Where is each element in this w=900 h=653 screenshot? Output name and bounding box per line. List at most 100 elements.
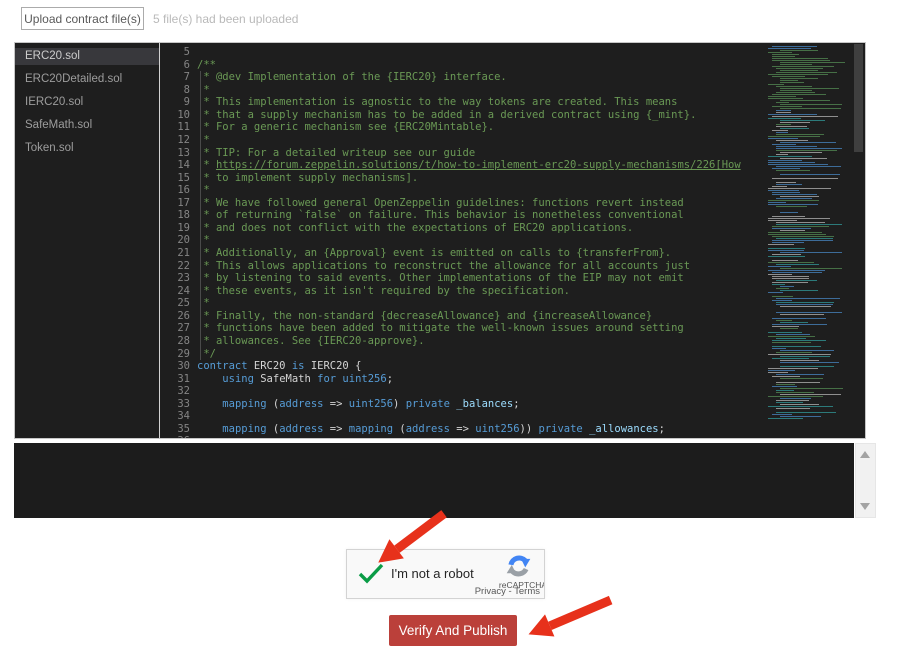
minimap-line	[772, 342, 811, 343]
minimap-line	[772, 282, 808, 283]
minimap-line	[772, 326, 799, 327]
minimap-line	[776, 102, 789, 103]
code-line: 13 * TIP: For a detailed writeup see our…	[160, 147, 865, 160]
minimap-line	[780, 174, 840, 175]
editor-scrollbar-thumb[interactable]	[854, 44, 863, 152]
minimap-line	[776, 304, 833, 305]
minimap-line	[772, 216, 805, 217]
minimap-line	[768, 218, 830, 219]
file-item[interactable]: Token.sol	[15, 140, 159, 157]
minimap-line	[772, 284, 785, 285]
upload-status-text: 5 file(s) had been uploaded	[153, 12, 298, 26]
minimap-line	[772, 346, 821, 347]
minimap-line	[768, 74, 828, 75]
minimap-line	[772, 60, 830, 61]
indent-guide	[200, 71, 201, 360]
minimap-line	[776, 312, 842, 313]
minimap-line	[768, 232, 822, 233]
minimap-line	[772, 58, 828, 59]
minimap-line	[772, 278, 809, 279]
minimap-line	[776, 148, 842, 149]
recaptcha-privacy-terms[interactable]: Privacy - Terms	[475, 586, 540, 597]
recaptcha-logo-icon	[505, 553, 532, 580]
minimap-line	[768, 138, 798, 139]
code-line: 10 * that a supply mechanism has to be a…	[160, 109, 865, 122]
minimap-line	[776, 408, 810, 409]
minimap-line	[772, 46, 817, 47]
minimap-line	[776, 412, 836, 413]
editor-scrollbar[interactable]	[847, 43, 865, 438]
minimap-line	[768, 204, 818, 205]
minimap-line	[776, 140, 808, 141]
code-line: 5	[160, 46, 865, 59]
code-line: 25 *	[160, 297, 865, 310]
minimap-line	[768, 164, 828, 165]
minimap-line	[780, 108, 841, 109]
minimap-line	[772, 106, 802, 107]
minimap-line	[776, 390, 794, 391]
minimap-line	[768, 380, 846, 381]
minimap-line	[772, 178, 838, 179]
file-item[interactable]: ERC20.sol	[15, 48, 159, 65]
code-editor: ERC20.sol ERC20Detailed.sol IERC20.sol Safe…	[14, 42, 866, 439]
minimap-line	[772, 116, 838, 117]
minimap-line	[768, 294, 846, 295]
minimap-line	[780, 252, 842, 253]
minimap-line	[768, 84, 784, 85]
code-line: 14 * https://forum.zeppelin.solutions/t/…	[160, 159, 865, 172]
minimap-line	[768, 316, 846, 317]
code-line: 20 *	[160, 234, 865, 247]
minimap-line	[776, 124, 791, 125]
minimap-line	[780, 80, 798, 81]
code-area[interactable]: 56/**7 * @dev Implementation of the {IER…	[160, 43, 865, 438]
minimap-line	[768, 52, 792, 53]
minimap-line	[772, 240, 833, 241]
code-line: 15 * to implement supply mechanisms].	[160, 172, 865, 185]
minimap-line	[772, 66, 834, 67]
minimap-line	[768, 368, 818, 369]
file-item[interactable]: SafeMath.sol	[15, 117, 159, 134]
minimap-line	[768, 266, 791, 267]
minimap-line	[768, 262, 814, 263]
scroll-down-icon[interactable]	[860, 503, 870, 510]
minimap-line	[768, 364, 846, 365]
minimap-line	[768, 372, 788, 373]
minimap-line	[772, 226, 829, 227]
minimap-line	[768, 162, 815, 163]
minimap-line	[768, 354, 831, 355]
minimap-line	[776, 320, 792, 321]
minimap-line	[768, 308, 846, 309]
minimap-line	[776, 238, 833, 239]
minimap-line	[776, 72, 837, 73]
minimap-line	[780, 152, 822, 153]
minimap-line	[776, 384, 795, 385]
minimap[interactable]	[768, 46, 846, 436]
code-line: 33 mapping (address => uint256) private …	[160, 398, 865, 411]
file-list: ERC20.sol ERC20Detailed.sol IERC20.sol Safe…	[15, 43, 160, 438]
minimap-line	[772, 324, 827, 325]
minimap-line	[768, 180, 846, 181]
minimap-line	[772, 254, 801, 255]
verify-and-publish-button[interactable]: Verify And Publish	[389, 615, 517, 646]
minimap-line	[776, 182, 796, 183]
minimap-line	[768, 160, 802, 161]
minimap-line	[772, 276, 809, 277]
minimap-line	[768, 200, 819, 201]
scroll-up-icon[interactable]	[860, 451, 870, 458]
minimap-line	[776, 400, 809, 401]
console-scrollbar[interactable]	[855, 443, 876, 518]
file-item[interactable]: IERC20.sol	[15, 94, 159, 111]
minimap-line	[772, 186, 787, 187]
minimap-line	[772, 318, 826, 319]
minimap-line	[772, 144, 796, 145]
minimap-line	[768, 114, 817, 115]
minimap-line	[768, 96, 796, 97]
code-line: 35 mapping (address => mapping (address …	[160, 423, 865, 436]
minimap-line	[768, 118, 801, 119]
file-item[interactable]: ERC20Detailed.sol	[15, 71, 159, 88]
upload-contract-button[interactable]: Upload contract file(s)	[21, 7, 144, 30]
minimap-line	[780, 394, 841, 395]
arrow-shaft	[548, 595, 612, 629]
arrow-head-icon	[524, 614, 555, 645]
minimap-line	[776, 206, 807, 207]
